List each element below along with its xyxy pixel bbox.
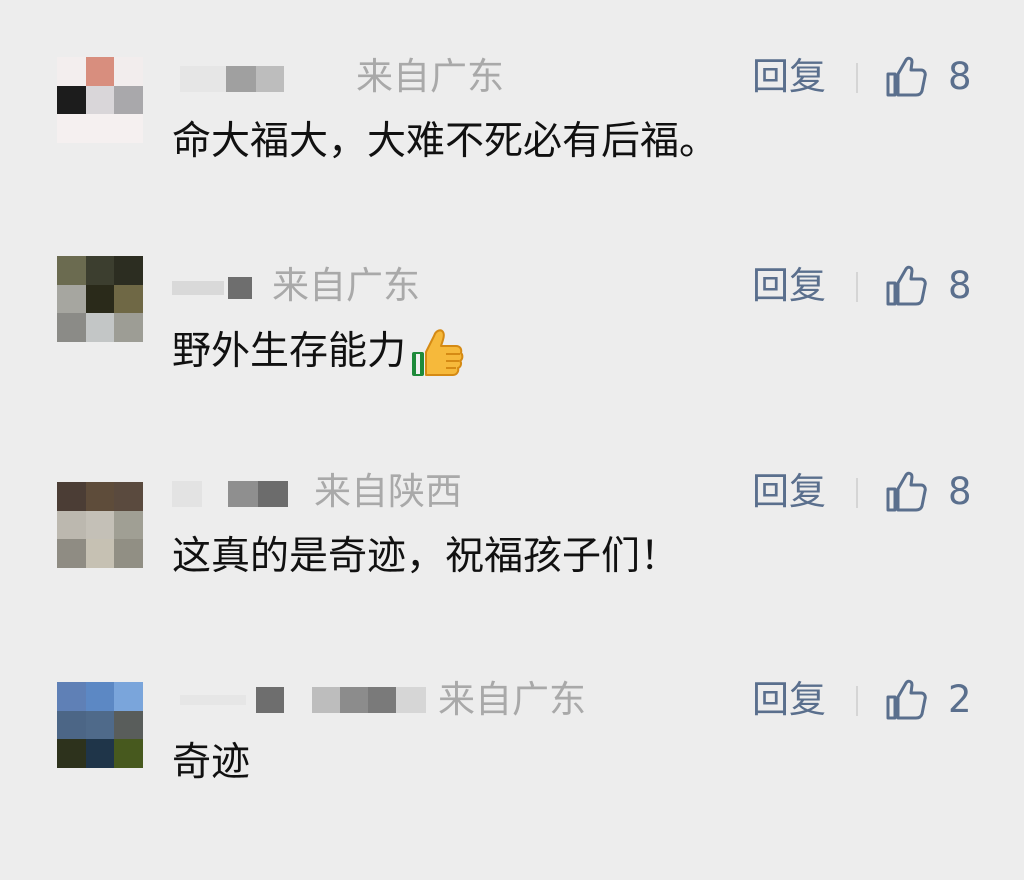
avatar[interactable] xyxy=(57,482,143,568)
avatar-pixel xyxy=(114,510,143,540)
like-button[interactable]: 8 xyxy=(884,264,972,308)
avatar-pixel xyxy=(57,85,86,115)
avatar-pixel xyxy=(57,114,86,143)
redaction-block xyxy=(340,687,368,713)
location-label: 来自广东 xyxy=(356,55,504,98)
avatar-pixel xyxy=(114,256,143,285)
divider xyxy=(856,478,858,508)
avatar-pixel xyxy=(85,256,115,285)
divider xyxy=(856,272,858,302)
avatar-pixel xyxy=(114,313,143,342)
thumbs-up-emoji xyxy=(412,329,464,376)
avatar-pixel xyxy=(114,539,143,568)
redaction-block xyxy=(180,695,246,705)
like-count: 8 xyxy=(948,470,972,513)
avatar-pixel xyxy=(114,682,143,711)
avatar-pixel xyxy=(85,682,115,711)
redaction-block xyxy=(172,481,202,507)
redaction-block xyxy=(256,66,284,92)
like-count: 8 xyxy=(948,55,972,98)
avatar-pixel xyxy=(57,510,86,540)
location-label: 来自广东 xyxy=(272,264,420,307)
redaction-block xyxy=(172,281,224,295)
avatar-pixel xyxy=(57,482,86,511)
avatar[interactable] xyxy=(57,57,143,143)
avatar-pixel xyxy=(57,313,86,342)
avatar-pixel xyxy=(57,256,86,285)
redaction-block xyxy=(256,687,284,713)
comment-text-content: 野外生存能力 xyxy=(172,329,407,374)
avatar[interactable] xyxy=(57,682,143,768)
location-label: 来自广东 xyxy=(438,678,586,721)
reply-button[interactable]: 回复 xyxy=(752,680,826,720)
reply-button[interactable]: 回复 xyxy=(752,266,826,306)
comment-text: 这真的是奇迹，祝福孩子们！ xyxy=(172,532,679,582)
redaction-block xyxy=(180,66,226,92)
redaction-block xyxy=(246,687,256,713)
avatar-pixel xyxy=(114,739,143,768)
avatar-pixel xyxy=(85,57,115,86)
thumbs-up-icon xyxy=(886,679,927,720)
like-button[interactable]: 8 xyxy=(884,470,972,514)
redaction-block xyxy=(228,277,252,299)
avatar[interactable] xyxy=(57,256,143,342)
redaction-block xyxy=(368,687,396,713)
comment-item: 来自陕西 回复 8 这真的是奇迹，祝福孩子们！ xyxy=(0,470,1024,672)
avatar-pixel xyxy=(85,114,115,143)
divider xyxy=(856,63,858,93)
reply-button[interactable]: 回复 xyxy=(752,57,826,97)
avatar-pixel xyxy=(57,739,86,768)
username-redacted[interactable] xyxy=(180,59,284,99)
avatar-pixel xyxy=(114,482,143,511)
avatar-pixel xyxy=(114,85,143,115)
like-count: 8 xyxy=(948,264,972,307)
avatar-pixel xyxy=(114,284,143,314)
avatar-pixel xyxy=(57,539,86,568)
comment-text: 奇迹 xyxy=(172,738,250,788)
divider xyxy=(856,686,858,716)
avatar-pixel xyxy=(114,114,143,143)
avatar-pixel xyxy=(85,739,115,768)
comment-text-content: 命大福大，大难不死必有后福。 xyxy=(172,119,719,164)
avatar-pixel xyxy=(85,313,115,342)
location-label: 来自陕西 xyxy=(314,470,462,513)
like-button[interactable]: 2 xyxy=(884,678,972,722)
redaction-block xyxy=(396,687,426,713)
avatar-pixel xyxy=(85,85,115,115)
redaction-block xyxy=(312,687,340,713)
reply-button[interactable]: 回复 xyxy=(752,472,826,512)
thumbs-up-icon xyxy=(886,471,927,512)
comment-item: 来自广东 回复 8 命大福大，大难不死必有后福。 xyxy=(0,55,1024,257)
comment-text-content: 这真的是奇迹，祝福孩子们！ xyxy=(172,534,680,579)
comment-item: 来自广东 回复 2 奇迹 xyxy=(0,678,1024,880)
avatar-pixel xyxy=(85,510,115,540)
like-count: 2 xyxy=(948,678,972,721)
avatar-pixel xyxy=(114,57,143,86)
thumbs-up-icon xyxy=(886,56,927,97)
avatar-pixel xyxy=(57,57,86,86)
avatar-pixel xyxy=(85,710,115,740)
avatar-pixel xyxy=(57,682,86,711)
redaction-block xyxy=(284,687,312,713)
redaction-block xyxy=(226,66,256,92)
redaction-block xyxy=(202,481,228,507)
avatar-pixel xyxy=(114,710,143,740)
username-redacted[interactable] xyxy=(172,474,288,514)
avatar-pixel xyxy=(85,284,115,314)
avatar-pixel xyxy=(85,482,115,511)
avatar-pixel xyxy=(85,539,115,568)
avatar-pixel xyxy=(57,710,86,740)
comment-text-content: 奇迹 xyxy=(172,740,251,785)
comment-item: 来自广东 回复 8 野外生存能力 xyxy=(0,256,1024,456)
like-button[interactable]: 8 xyxy=(884,55,972,99)
redaction-block xyxy=(228,481,258,507)
comment-text: 野外生存能力 xyxy=(172,324,466,380)
redaction-block xyxy=(258,481,288,507)
username-redacted[interactable] xyxy=(180,680,426,720)
comment-text: 命大福大，大难不死必有后福。 xyxy=(172,117,718,167)
thumbs-up-icon xyxy=(886,265,927,306)
username-redacted[interactable] xyxy=(172,268,252,308)
avatar-pixel xyxy=(57,284,86,314)
